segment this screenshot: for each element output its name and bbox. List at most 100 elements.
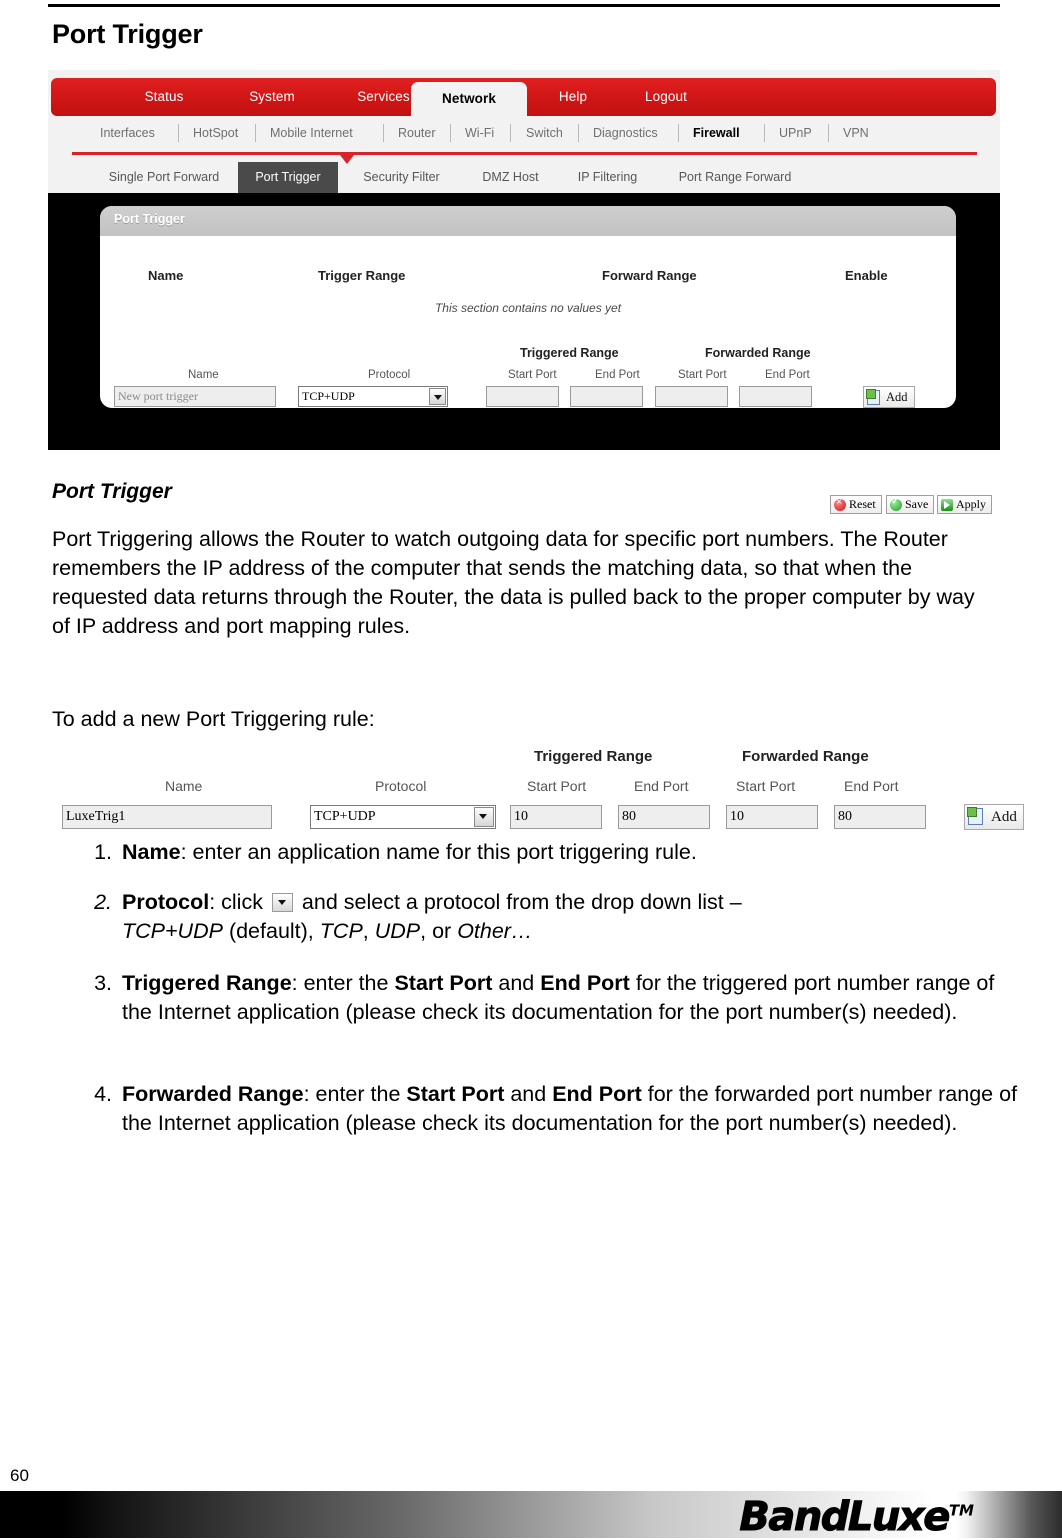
subnav-router[interactable]: Router (398, 119, 436, 147)
chevron-down-icon[interactable] (474, 807, 494, 827)
subnav-upnp[interactable]: UPnP (779, 119, 812, 147)
col-header-forward-range: Forward Range (602, 268, 697, 283)
example-trigger-start-port-input[interactable]: 10 (510, 805, 602, 829)
nav-tab-logout[interactable]: Logout (623, 78, 709, 116)
example-add-button-label: Add (991, 809, 1017, 825)
save-button[interactable]: Save (886, 495, 935, 514)
protocol-select-value: TCP+UDP (302, 389, 355, 403)
step-text: Name: enter an application name for this… (122, 838, 1022, 867)
subnav-wifi[interactable]: Wi-Fi (465, 119, 494, 147)
example-label-protocol: Protocol (375, 778, 427, 794)
protocol-option-udp: UDP (374, 919, 421, 943)
tab-security-filter[interactable]: Security Filter (344, 162, 459, 193)
col-header-trigger-range: Trigger Range (318, 268, 406, 283)
subnav-switch[interactable]: Switch (526, 119, 563, 147)
subnav-mobile-internet[interactable]: Mobile Internet (270, 119, 353, 147)
reset-button-label: Reset (849, 497, 876, 511)
panel-header: Port Trigger (100, 206, 956, 236)
label-trigger-start-port: Start Port (508, 369, 557, 381)
subnav-divider (383, 124, 384, 142)
trigger-start-port-input[interactable] (486, 386, 559, 407)
subnav-divider (764, 124, 765, 142)
save-icon (890, 496, 902, 511)
forward-end-port-input[interactable] (739, 386, 812, 407)
subnav-vpn[interactable]: VPN (843, 119, 869, 147)
step-number: 4. (94, 1082, 112, 1106)
group-header-triggered-range: Triggered Range (520, 346, 619, 360)
nav-accent-line (72, 152, 977, 155)
subnav-divider (255, 124, 256, 142)
protocol-default-note: (default), (228, 919, 314, 943)
add-button[interactable]: Add (863, 386, 915, 408)
step-number: 1. (94, 840, 112, 864)
router-content-area: Port Trigger Name Trigger Range Forward … (48, 193, 1000, 450)
subnav-hotspot[interactable]: HotSpot (193, 119, 238, 147)
example-name-input[interactable]: LuxeTrig1 (62, 805, 272, 829)
section-paragraph: Port Triggering allows the Router to wat… (52, 527, 975, 638)
reset-icon (834, 496, 846, 511)
brand-name: BandLuxe (739, 1494, 951, 1540)
add-button-label: Add (886, 390, 908, 404)
apply-icon (941, 499, 953, 511)
section-lead-in: To add a new Port Triggering rule: (52, 707, 375, 731)
router-ui-screenshot: Status System Services Network Help Logo… (48, 70, 1000, 514)
trigger-end-port-input[interactable] (570, 386, 643, 407)
protocol-option-tcp: TCP (319, 919, 363, 943)
port-trigger-panel: Port Trigger Name Trigger Range Forward … (100, 206, 956, 408)
header-rule (48, 4, 1000, 7)
panel-title: Port Trigger (114, 212, 185, 226)
apply-button[interactable]: Apply (937, 495, 992, 514)
col-header-name: Name (148, 268, 184, 283)
subnav-diagnostics[interactable]: Diagnostics (593, 119, 658, 147)
tab-port-range-forward[interactable]: Port Range Forward (660, 162, 810, 193)
apply-button-label: Apply (956, 497, 986, 511)
subnav-divider (828, 124, 829, 142)
example-forward-start-port-input[interactable]: 10 (726, 805, 818, 829)
subnav-divider (510, 124, 511, 142)
tab-ip-filtering[interactable]: IP Filtering (560, 162, 655, 193)
step-text: Triggered Range: enter the Start Port an… (122, 971, 995, 1024)
step-text: Forwarded Range: enter the Start Port an… (122, 1082, 1018, 1135)
add-page-icon (866, 389, 880, 405)
tab-single-port-forward[interactable]: Single Port Forward (94, 162, 234, 193)
group-header-forwarded-range: Forwarded Range (705, 346, 811, 360)
protocol-option-tcp-udp: TCP+UDP (122, 919, 223, 943)
example-group-header-forwarded: Forwarded Range (742, 748, 869, 765)
secondary-nav: Interfaces HotSpot Mobile Internet Route… (48, 119, 1000, 147)
tab-dmz-host[interactable]: DMZ Host (468, 162, 553, 193)
example-forward-end-port-input[interactable]: 80 (834, 805, 926, 829)
subnav-divider (678, 124, 679, 142)
section-heading: Port Trigger (52, 480, 172, 503)
col-header-enable: Enable (845, 268, 888, 283)
step-number: 3. (94, 971, 112, 995)
example-group-header-triggered: Triggered Range (534, 748, 653, 765)
nav-tab-status[interactable]: Status (119, 78, 209, 116)
example-label-trigger-end-port: End Port (634, 778, 689, 794)
name-input[interactable]: New port trigger (114, 386, 276, 407)
nav-tab-network[interactable]: Network (411, 82, 527, 116)
label-forward-start-port: Start Port (678, 369, 727, 381)
example-label-forward-end-port: End Port (844, 778, 899, 794)
subnav-firewall[interactable]: Firewall (693, 119, 740, 147)
chevron-down-icon[interactable] (429, 388, 446, 405)
nav-tab-help[interactable]: Help (538, 78, 608, 116)
example-trigger-end-port-input[interactable]: 80 (618, 805, 710, 829)
subnav-divider (450, 124, 451, 142)
step-term: Name (122, 840, 181, 864)
subnav-interfaces[interactable]: Interfaces (100, 119, 155, 147)
tab-port-trigger[interactable]: Port Trigger (238, 162, 338, 193)
example-protocol-select[interactable]: TCP+UDP (310, 805, 496, 829)
primary-nav: Status System Services Network Help Logo… (51, 78, 996, 116)
forward-start-port-input[interactable] (655, 386, 728, 407)
reset-button[interactable]: Reset (830, 495, 882, 514)
page-number: 60 (10, 1466, 29, 1485)
step-text: Protocol: click and select a protocol fr… (122, 890, 742, 943)
step-term: Triggered Range (122, 971, 292, 995)
subnav-divider (578, 124, 579, 142)
nav-tab-system[interactable]: System (227, 78, 317, 116)
example-label-forward-start-port: Start Port (736, 778, 796, 794)
protocol-select[interactable]: TCP+UDP (298, 386, 448, 407)
step-rest: : enter an application name for this por… (180, 840, 697, 864)
chevron-down-icon[interactable] (271, 893, 293, 912)
example-add-button[interactable]: Add (964, 804, 1024, 830)
